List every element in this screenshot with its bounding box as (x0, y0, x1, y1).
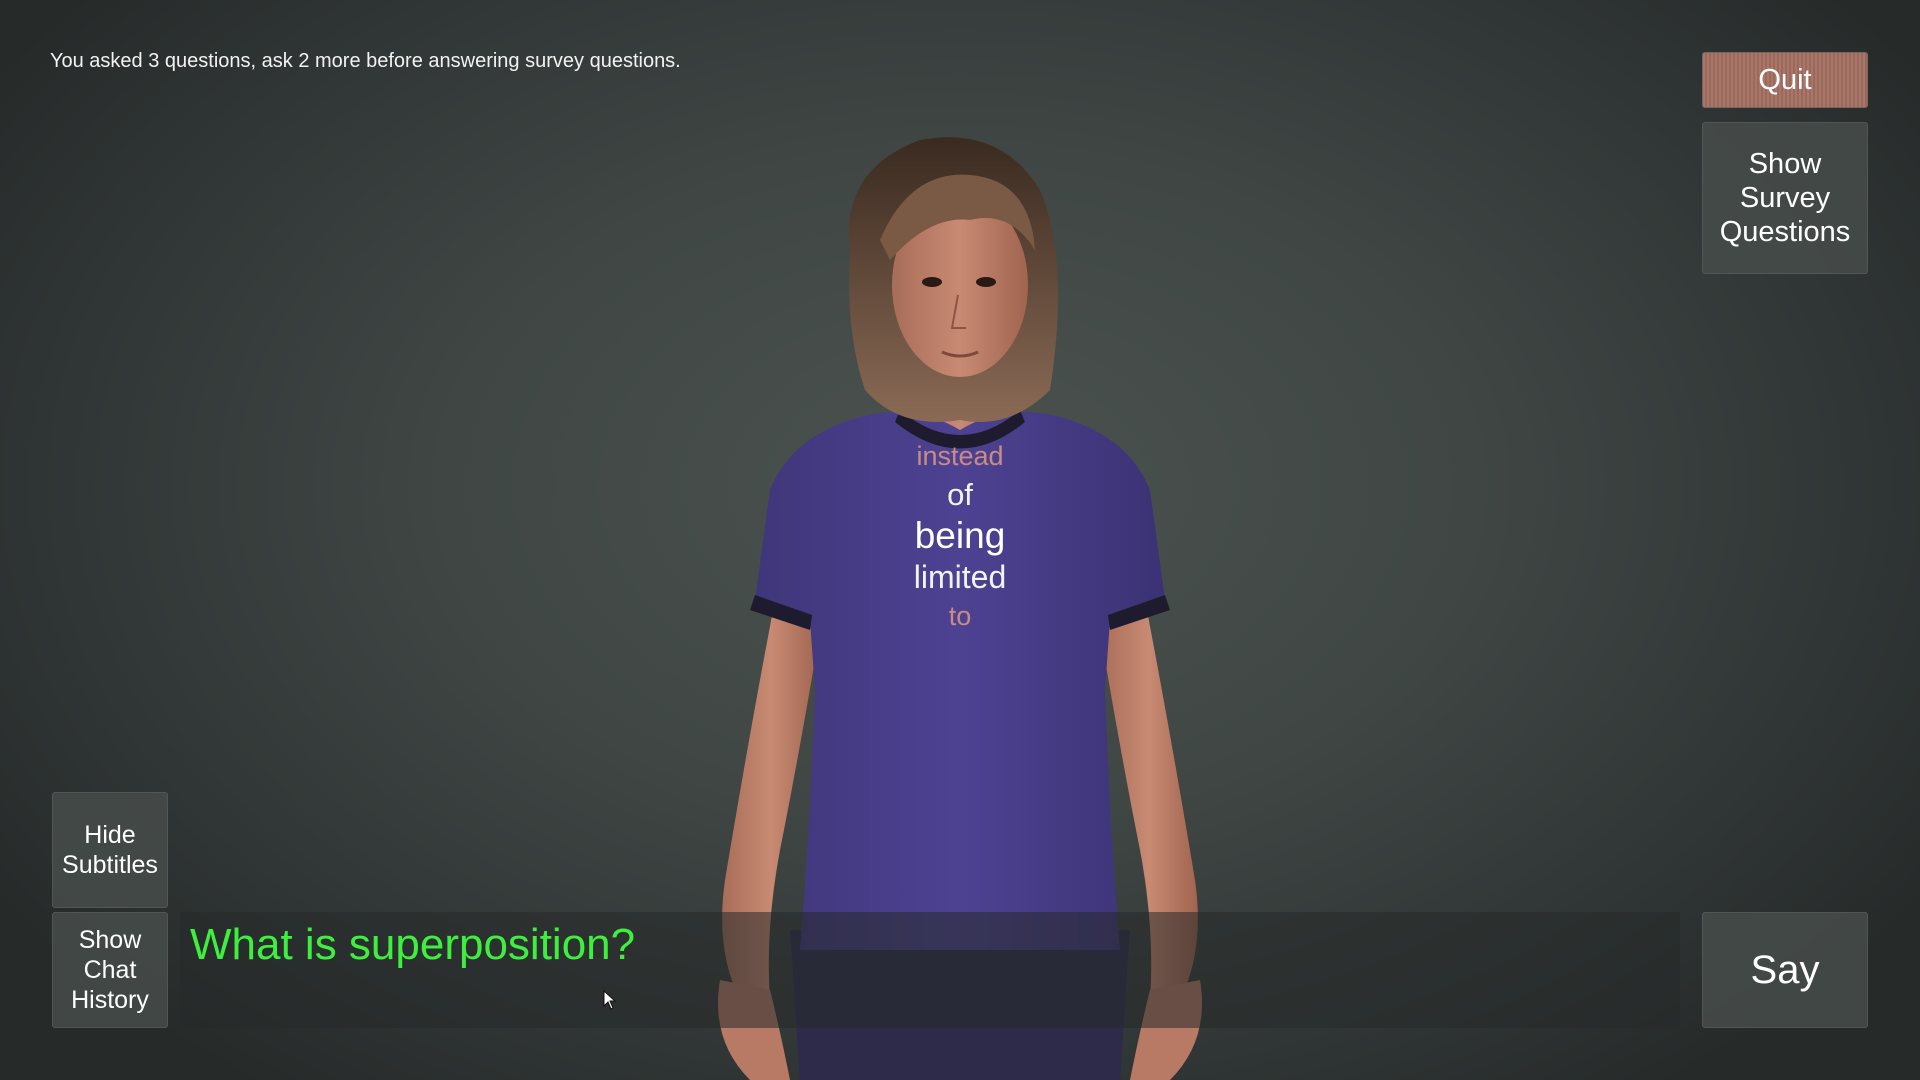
subtitle-word: of (947, 476, 973, 512)
subtitle-word: to (948, 600, 972, 631)
survey-button-label: Show Survey Questions (1719, 148, 1851, 248)
subtitle-overlay: instead of being limited to (860, 441, 1060, 631)
subtitle-word: instead (916, 441, 1004, 471)
say-button[interactable]: Say (1702, 912, 1868, 1028)
say-button-label: Say (1750, 947, 1820, 992)
quit-button-label: Quit (1758, 63, 1812, 96)
chat-history-label: Show Chat History (71, 926, 149, 1014)
hide-subtitles-button[interactable]: Hide Subtitles (52, 792, 168, 908)
question-input[interactable]: What is superposition? (180, 912, 1680, 1028)
show-survey-questions-button[interactable]: Show Survey Questions (1702, 122, 1868, 274)
question-input-text: What is superposition? (190, 920, 636, 969)
quit-button[interactable]: Quit (1702, 52, 1868, 108)
mouse-pointer-icon (603, 990, 617, 1010)
hide-subtitles-label: Hide Subtitles (62, 821, 158, 879)
subtitle-word-current: being (914, 514, 1006, 556)
question-count-status: You asked 3 questions, ask 2 more before… (50, 50, 681, 72)
show-chat-history-button[interactable]: Show Chat History (52, 912, 168, 1028)
subtitle-word: limited (913, 559, 1007, 596)
